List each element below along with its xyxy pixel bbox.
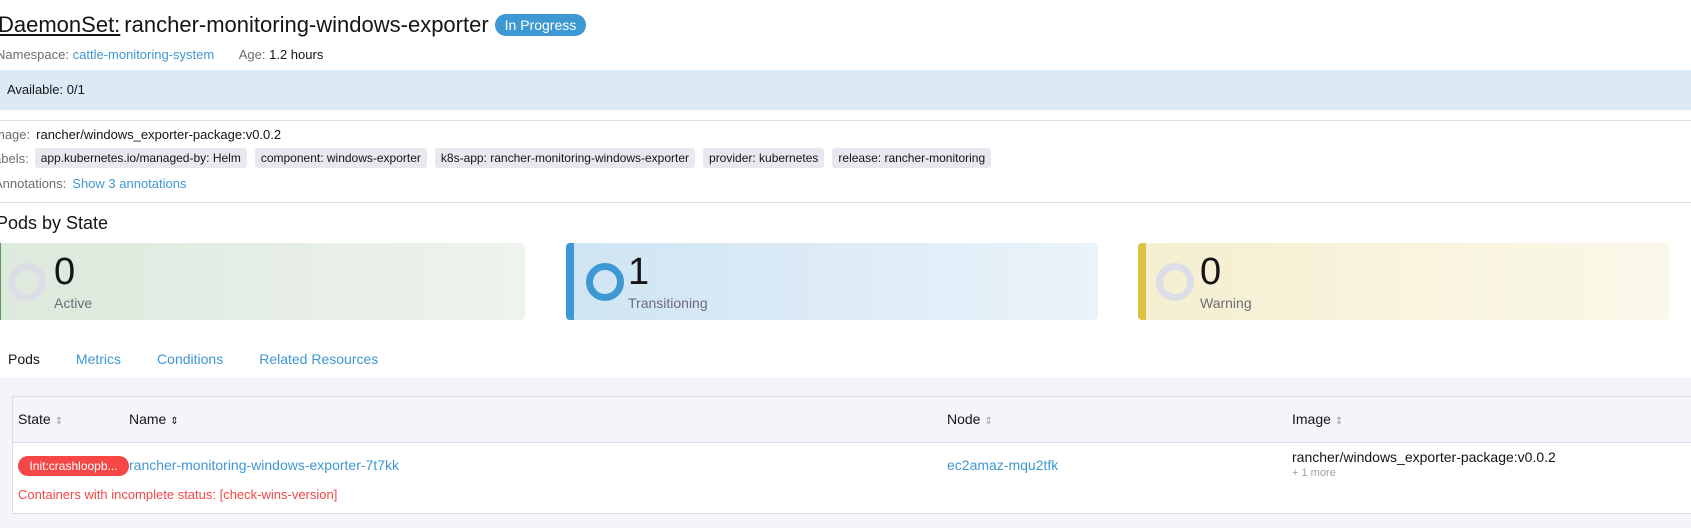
card-stripe — [1138, 243, 1146, 320]
image-value: rancher/windows_exporter-package:v0.0.2 — [1292, 449, 1556, 465]
pods-table: State ⇕ Name ⇕ Node ⇕ Image ⇕ Init:crashloop… — [12, 396, 1691, 514]
tab-related-resources[interactable]: Related Resources — [241, 341, 396, 378]
table-header: State ⇕ Name ⇕ Node ⇕ Image ⇕ — [13, 397, 1691, 443]
label-tag: app.kubernetes.io/managed-by: Helm — [34, 148, 247, 168]
column-header-node[interactable]: Node ⇕ — [947, 411, 993, 427]
availability-banner: Available: 0/1 — [0, 70, 1691, 110]
card-label: Transitioning — [628, 295, 708, 311]
namespace-label: Namespace: — [0, 47, 69, 62]
resource-type-link[interactable]: DaemonSet: — [0, 12, 120, 38]
image-more-link[interactable]: + 1 more — [1292, 467, 1336, 479]
card-stripe — [566, 243, 574, 320]
age-label: Age: — [238, 47, 266, 62]
circle-icon — [586, 263, 624, 301]
node-link[interactable]: ec2amaz-mqu2tfk — [947, 457, 1058, 473]
sort-icon: ⇕ — [170, 416, 179, 427]
pods-by-state-title: Pods by State — [0, 213, 109, 233]
image-label: mage: — [0, 127, 31, 142]
state-card-transitioning: 1 Transitioning — [566, 243, 1098, 320]
pod-name-link[interactable]: rancher-monitoring-windows-exporter-7t7k… — [129, 457, 399, 473]
annotations-row: Annotations: Show 3 annotations — [0, 176, 186, 191]
card-count: 0 — [54, 251, 76, 293]
label-tag: component: windows-exporter — [254, 148, 427, 168]
labels-label: abels: — [0, 150, 29, 166]
sort-icon: ⇕ — [1334, 416, 1344, 427]
labels-row: abels: app.kubernetes.io/managed-by: Hel… — [0, 148, 999, 168]
image-row: mage: rancher/windows_exporter-package:v… — [0, 127, 281, 142]
card-label: Warning — [1200, 295, 1252, 311]
state-card-active: 0 Active — [0, 243, 525, 320]
divider — [0, 120, 1691, 121]
column-header-name[interactable]: Name ⇕ — [129, 411, 179, 427]
card-stripe — [0, 243, 1, 320]
label-tag: provider: kubernetes — [703, 148, 825, 168]
resource-name: rancher-monitoring-windows-exporter — [124, 12, 489, 37]
state-card-warning: 0 Warning — [1138, 243, 1669, 320]
card-count: 0 — [1200, 251, 1222, 293]
circle-icon — [8, 263, 46, 301]
divider — [0, 202, 1691, 203]
card-count: 1 — [628, 251, 650, 293]
resource-tabs: Pods Metrics Conditions Related Resource… — [0, 341, 396, 378]
daemonset-detail-page: DaemonSet: rancher-monitoring-windows-ex… — [0, 0, 1691, 528]
age-value: 1.2 hours — [269, 47, 324, 62]
sort-icon: ⇕ — [984, 416, 993, 427]
resource-meta: Namespace: cattle-monitoring-system Age:… — [0, 47, 323, 62]
sort-icon: ⇕ — [54, 416, 64, 427]
row-error-message: Containers with incomplete status: [chec… — [18, 487, 338, 502]
tab-metrics[interactable]: Metrics — [58, 341, 139, 378]
label-tag: k8s-app: rancher-monitoring-windows-expo… — [434, 148, 696, 168]
state-badge: Init:crashloopb... — [18, 456, 129, 476]
show-annotations-link[interactable]: Show 3 annotations — [72, 176, 186, 191]
annotations-label: Annotations: — [0, 176, 67, 191]
column-header-image[interactable]: Image ⇕ — [1292, 411, 1343, 427]
card-label: Active — [54, 295, 93, 311]
label-tag: release: rancher-monitoring — [832, 148, 992, 168]
tab-conditions[interactable]: Conditions — [139, 341, 241, 378]
page-title: DaemonSet: rancher-monitoring-windows-ex… — [0, 12, 587, 38]
status-badge: In Progress — [494, 14, 587, 36]
tab-pods[interactable]: Pods — [0, 341, 58, 378]
circle-icon — [1156, 263, 1194, 301]
image-value: rancher/windows_exporter-package:v0.0.2 — [36, 127, 282, 142]
column-header-state[interactable]: State ⇕ — [18, 411, 63, 427]
namespace-link[interactable]: cattle-monitoring-system — [73, 47, 215, 62]
